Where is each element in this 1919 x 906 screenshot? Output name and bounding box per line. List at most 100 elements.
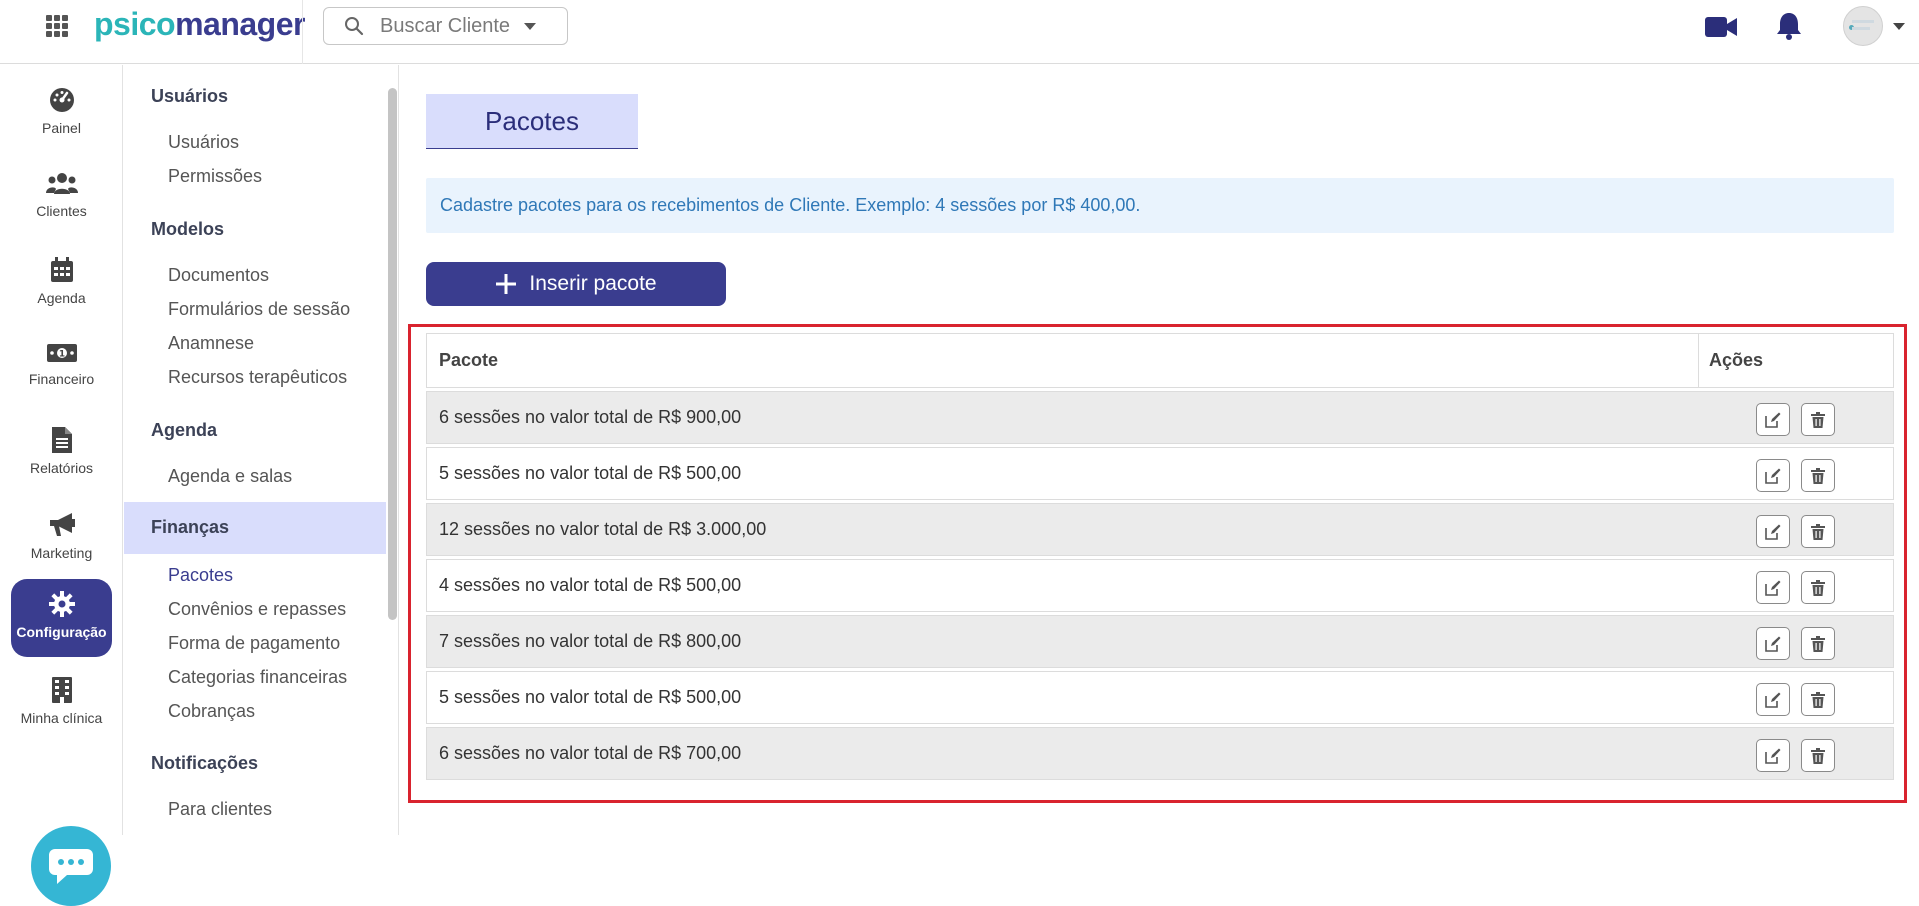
column-header-acoes: Ações — [1709, 350, 1764, 370]
nav-label: Financeiro — [28, 371, 95, 387]
nav-label: Relatórios — [29, 460, 94, 476]
edit-button[interactable] — [1756, 739, 1790, 772]
nav-label: Agenda — [37, 290, 86, 306]
delete-button[interactable] — [1801, 515, 1835, 548]
package-description: 7 sessões no valor total de R$ 800,00 — [439, 631, 742, 651]
avatar[interactable] — [1843, 6, 1883, 46]
logo[interactable]: psicomanager — [94, 6, 305, 43]
file-icon — [51, 427, 72, 453]
sidebar-item-permissoes[interactable]: Permissões — [168, 166, 262, 187]
table-row: 5 sessões no valor total de R$ 500,00 — [426, 671, 1894, 724]
client-search[interactable]: Buscar Cliente — [323, 7, 568, 45]
video-camera-icon[interactable] — [1705, 17, 1737, 37]
edit-button[interactable] — [1756, 571, 1790, 604]
sidebar-item-recursos-terapeuticos[interactable]: Recursos terapêuticos — [168, 367, 347, 388]
plus-icon — [496, 274, 517, 294]
sidebar-item-anamnese[interactable]: Anamnese — [168, 333, 254, 354]
edit-button[interactable] — [1756, 683, 1790, 716]
sidebar-item-pacotes[interactable]: Pacotes — [168, 565, 233, 586]
sidebar-item-formularios-sessao[interactable]: Formulários de sessão — [168, 299, 350, 320]
sidebar-scrollbar[interactable] — [388, 88, 397, 620]
table-row: 6 sessões no valor total de R$ 900,00 — [426, 391, 1894, 444]
nav-label: Configuração — [16, 624, 107, 640]
sidebar-section-modelos: Modelos — [151, 219, 225, 239]
page-title: Pacotes — [426, 94, 638, 149]
package-description: 12 sessões no valor total de R$ 3.000,00 — [439, 519, 767, 539]
gear-icon — [48, 591, 75, 617]
sidebar-item-para-clientes[interactable]: Para clientes — [168, 799, 272, 820]
table-row: 5 sessões no valor total de R$ 500,00 — [426, 447, 1894, 500]
package-description: 5 sessões no valor total de R$ 500,00 — [439, 463, 742, 483]
package-description: 6 sessões no valor total de R$ 700,00 — [439, 743, 742, 763]
sidebar-section-usuarios: Usuários — [151, 86, 229, 106]
info-message: Cadastre pacotes para os recebimentos de… — [426, 178, 1894, 233]
sidebar-item-cobrancas[interactable]: Cobranças — [168, 701, 255, 722]
chevron-down-icon — [524, 22, 537, 30]
nav-configuracao[interactable]: Configuração — [11, 579, 112, 657]
nav-painel[interactable]: Painel — [11, 75, 112, 153]
nav-relatorios[interactable]: Relatórios — [11, 415, 112, 493]
insert-package-button[interactable]: Inserir pacote — [426, 262, 726, 306]
nav-label: Painel — [42, 120, 81, 136]
chevron-down-icon[interactable] — [1893, 23, 1905, 30]
edit-icon — [1765, 692, 1781, 708]
divider — [302, 0, 303, 64]
sidebar-section-financas[interactable]: Finanças — [151, 517, 229, 538]
edit-icon — [1765, 468, 1781, 484]
edit-button[interactable] — [1756, 459, 1790, 492]
delete-button[interactable] — [1801, 683, 1835, 716]
main-navigation: Painel Clientes Agenda 1 Financeiro Rela… — [0, 65, 123, 906]
settings-sidebar: Usuários Usuários Permissões Modelos Doc… — [124, 65, 399, 835]
sidebar-item-forma-pagamento[interactable]: Forma de pagamento — [168, 633, 340, 654]
search-placeholder: Buscar Cliente — [380, 14, 511, 37]
table-header: Pacote Ações — [426, 333, 1894, 388]
building-icon — [51, 677, 72, 703]
packages-table: Pacote Ações 6 sessões no valor total de… — [426, 333, 1894, 780]
bell-icon[interactable] — [1776, 12, 1802, 40]
trash-icon — [1811, 635, 1825, 652]
delete-button[interactable] — [1801, 627, 1835, 660]
sidebar-item-usuarios[interactable]: Usuários — [168, 132, 239, 153]
insert-package-label: Inserir pacote — [529, 272, 657, 295]
nav-clientes[interactable]: Clientes — [11, 160, 112, 238]
nav-agenda[interactable]: Agenda — [11, 245, 112, 323]
sidebar-item-convenios-repasses[interactable]: Convênios e repasses — [168, 599, 346, 620]
sidebar-item-categorias-financeiras[interactable]: Categorias financeiras — [168, 667, 347, 688]
column-header-pacote: Pacote — [439, 350, 499, 370]
logo-part-manager: manager — [175, 6, 305, 42]
table-row: 4 sessões no valor total de R$ 500,00 — [426, 559, 1894, 612]
search-icon — [345, 17, 364, 36]
delete-button[interactable] — [1801, 403, 1835, 436]
delete-button[interactable] — [1801, 571, 1835, 604]
trash-icon — [1811, 747, 1825, 764]
edit-icon — [1765, 580, 1781, 596]
megaphone-icon — [49, 513, 75, 536]
trash-icon — [1811, 411, 1825, 428]
delete-button[interactable] — [1801, 459, 1835, 492]
sidebar-item-agenda-salas[interactable]: Agenda e salas — [168, 466, 292, 487]
package-description: 6 sessões no valor total de R$ 900,00 — [439, 407, 742, 427]
nav-label: Marketing — [30, 545, 93, 561]
calendar-icon — [50, 257, 73, 282]
edit-icon — [1765, 412, 1781, 428]
package-description: 4 sessões no valor total de R$ 500,00 — [439, 575, 742, 595]
trash-icon — [1811, 579, 1825, 596]
delete-button[interactable] — [1801, 739, 1835, 772]
money-icon: 1 — [46, 344, 77, 362]
trash-icon — [1811, 691, 1825, 708]
edit-button[interactable] — [1756, 515, 1790, 548]
nav-label: Clientes — [36, 203, 87, 219]
edit-button[interactable] — [1756, 627, 1790, 660]
edit-icon — [1765, 748, 1781, 764]
apps-grid-icon[interactable] — [46, 15, 68, 37]
chat-support-button[interactable] — [31, 826, 111, 906]
edit-button[interactable] — [1756, 403, 1790, 436]
sidebar-item-documentos[interactable]: Documentos — [168, 265, 269, 286]
nav-financeiro[interactable]: 1 Financeiro — [11, 330, 112, 408]
sidebar-section-notificacoes: Notificações — [151, 753, 259, 773]
top-bar: psicomanager Buscar Cliente — [0, 0, 1919, 64]
package-description: 5 sessões no valor total de R$ 500,00 — [439, 687, 742, 707]
nav-minha-clinica[interactable]: Minha clínica — [11, 665, 112, 743]
dashboard-icon — [49, 88, 74, 112]
nav-marketing[interactable]: Marketing — [11, 500, 112, 578]
